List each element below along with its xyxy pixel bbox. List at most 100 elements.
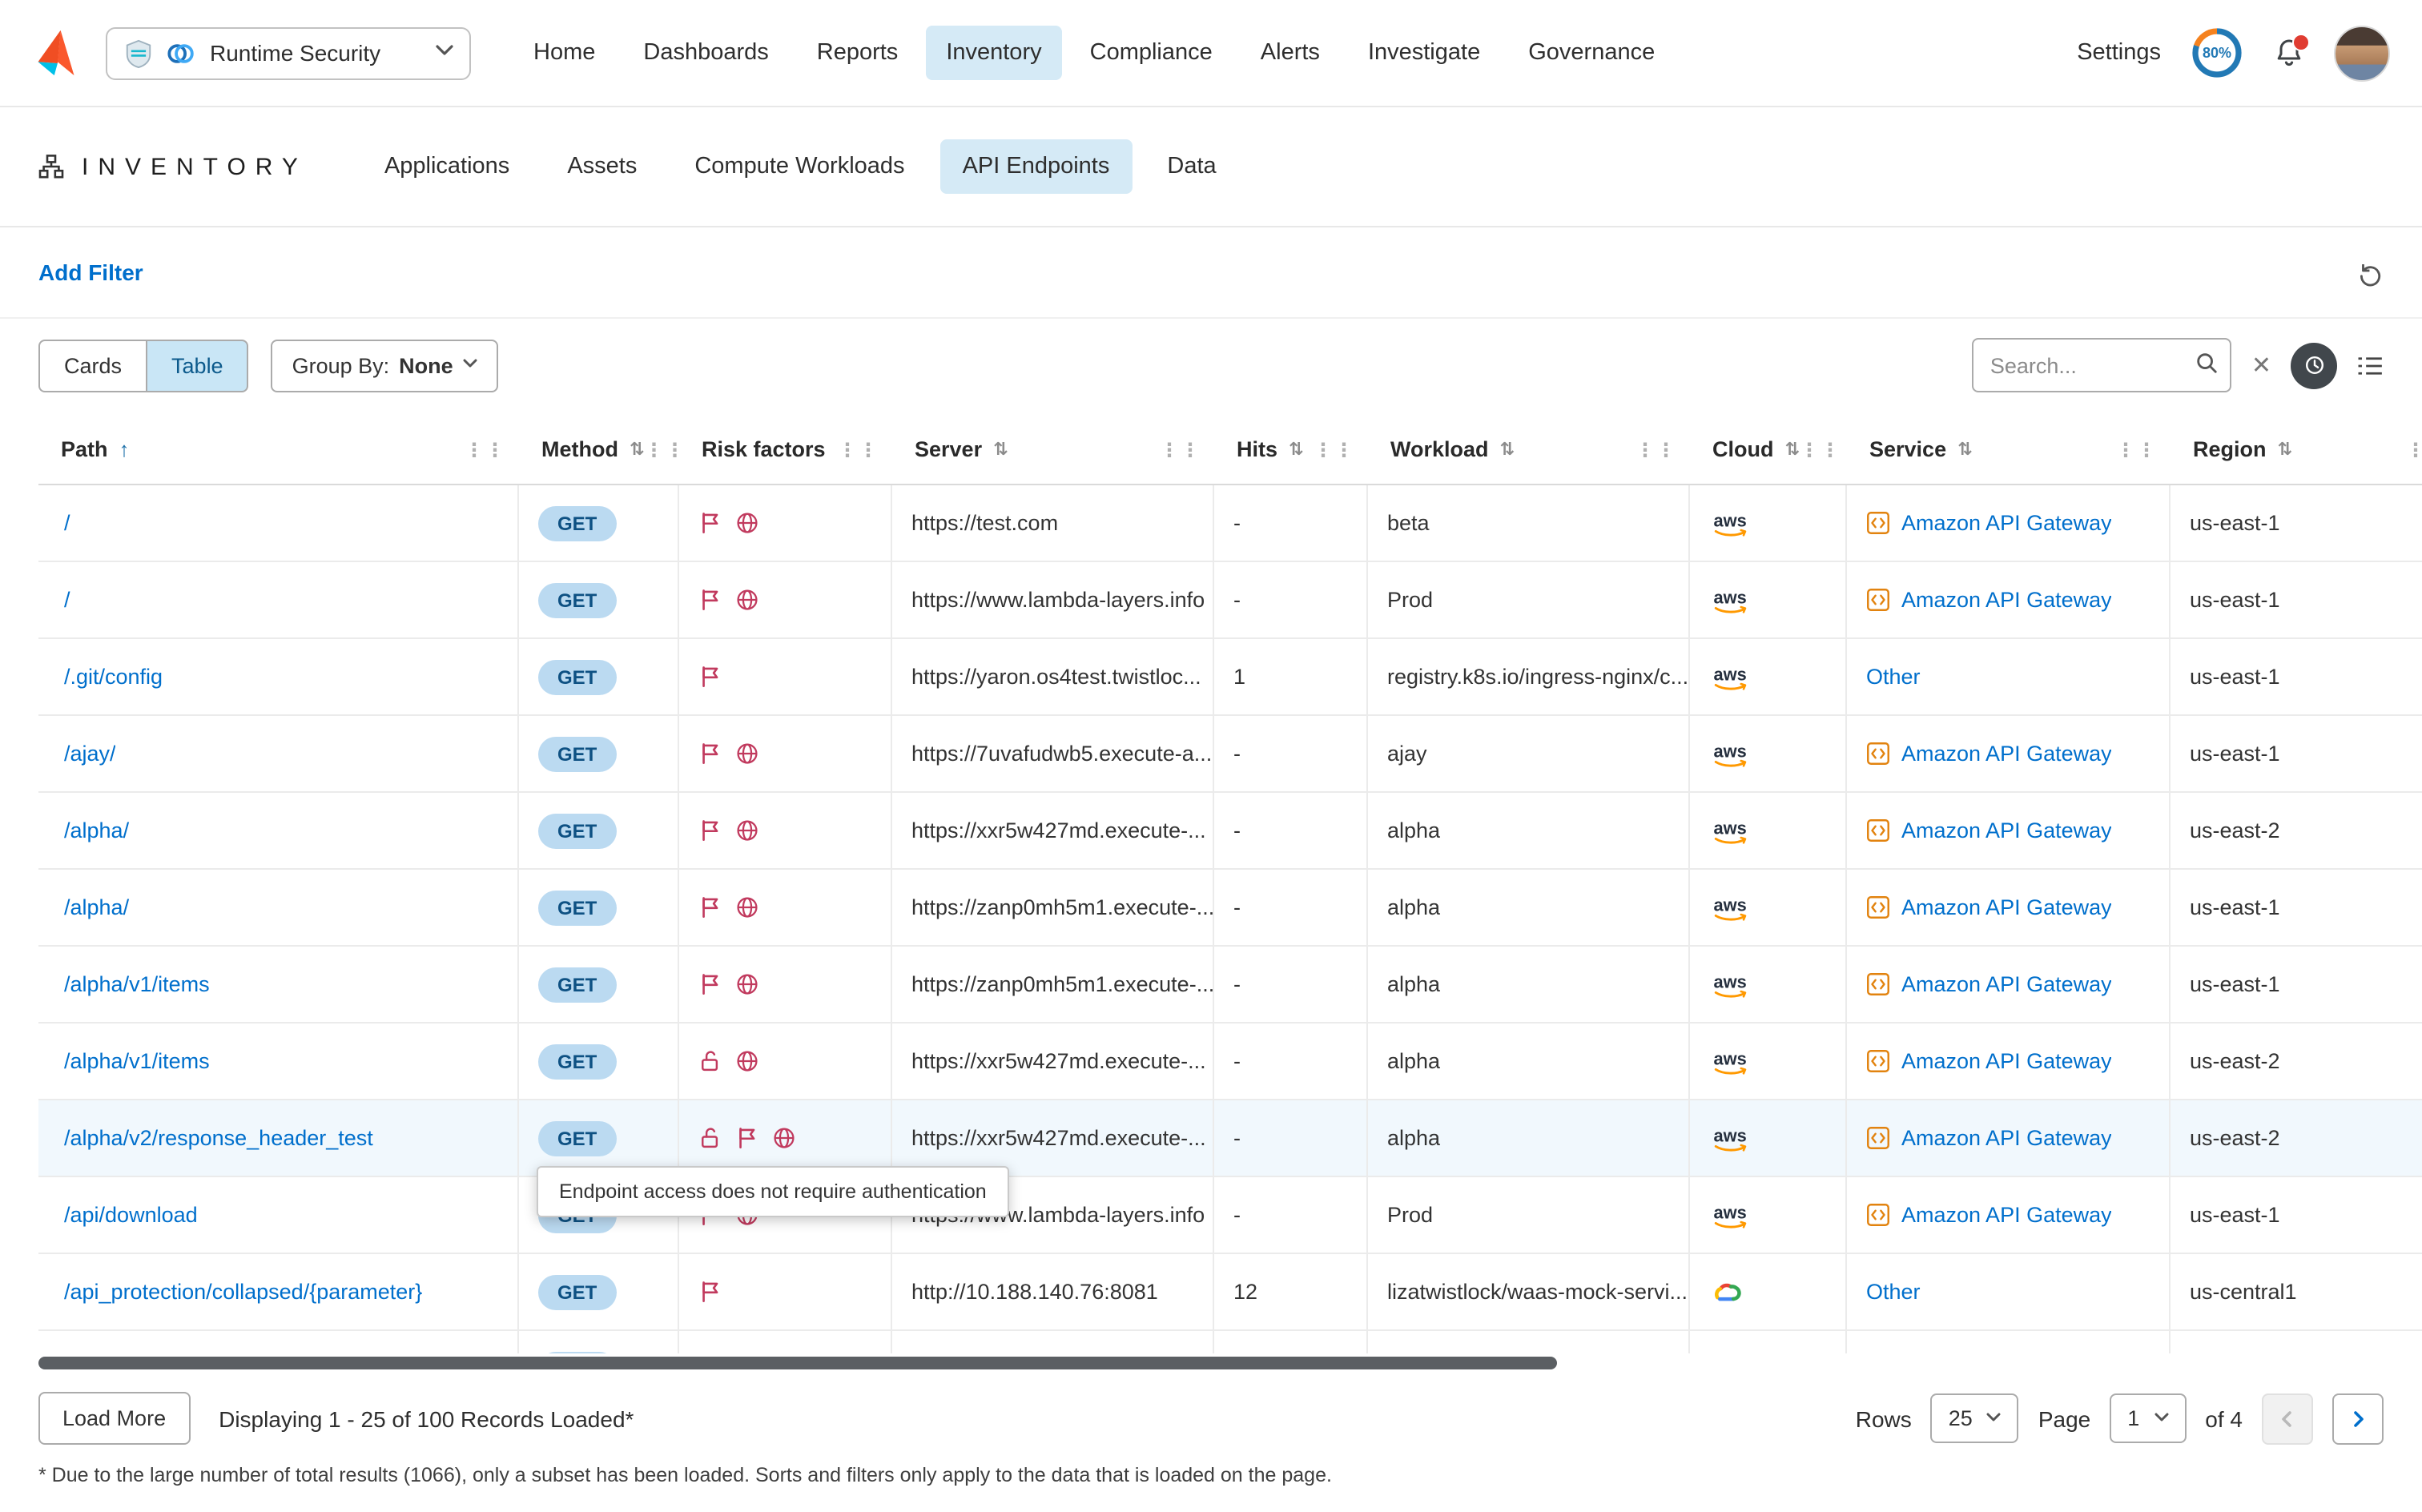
- service-link[interactable]: Amazon API Gateway: [1901, 1203, 2112, 1227]
- path-link[interactable]: /alpha/v2/response_header_test: [64, 1126, 373, 1150]
- sort-icon[interactable]: ↑: [119, 437, 130, 461]
- risk-internet-exposed-icon[interactable]: [735, 972, 759, 996]
- prisma-logo[interactable]: [32, 29, 80, 77]
- path-link[interactable]: /.git/config: [64, 665, 163, 689]
- column-drag-handle[interactable]: ⋮⋮: [644, 438, 679, 460]
- service-link[interactable]: Amazon API Gateway: [1901, 895, 2112, 919]
- horizontal-scrollbar[interactable]: [38, 1353, 2422, 1373]
- sort-icon[interactable]: ⇅: [1785, 439, 1800, 460]
- user-avatar[interactable]: [2334, 25, 2390, 81]
- risk-flag-icon[interactable]: [698, 1280, 722, 1304]
- nav-item-dashboards[interactable]: Dashboards: [622, 26, 789, 80]
- path-link[interactable]: /alpha/: [64, 818, 129, 842]
- table-row[interactable]: /api/download GET https://www.lambda-lay…: [38, 1177, 2422, 1254]
- table-row[interactable]: / GET https://test.com - beta aws Amazon…: [38, 485, 2422, 562]
- column-drag-handle[interactable]: ⋮⋮: [465, 438, 506, 460]
- service-link[interactable]: Amazon API Gateway: [1901, 1126, 2112, 1150]
- clear-search-icon[interactable]: ✕: [2251, 353, 2271, 377]
- risk-unauthenticated-icon[interactable]: [698, 1049, 722, 1073]
- next-page-button[interactable]: [2332, 1393, 2384, 1444]
- column-drag-handle[interactable]: ⋮⋮: [1800, 438, 1841, 460]
- table-row[interactable]: /api_protection/collapsed/{parameter} GE…: [38, 1254, 2422, 1331]
- risk-internet-exposed-icon[interactable]: [735, 895, 759, 919]
- column-header[interactable]: Path ↑ ⋮⋮: [38, 415, 519, 485]
- settings-link[interactable]: Settings: [2077, 40, 2161, 66]
- risk-flag-icon[interactable]: [698, 742, 722, 766]
- sort-icon[interactable]: ⇅: [630, 439, 644, 460]
- service-link[interactable]: Other: [1866, 665, 1921, 689]
- column-header[interactable]: Method ⇅ ⋮⋮: [519, 415, 679, 485]
- nav-item-reports[interactable]: Reports: [796, 26, 919, 80]
- table-row[interactable]: /alpha/v2/response_header_test GET https…: [38, 1100, 2422, 1177]
- path-link[interactable]: /alpha/: [64, 895, 129, 919]
- nav-item-home[interactable]: Home: [513, 26, 616, 80]
- risk-flag-icon[interactable]: [698, 895, 722, 919]
- column-header[interactable]: Server ⇅ ⋮⋮: [892, 415, 1214, 485]
- risk-flag-icon[interactable]: [698, 818, 722, 842]
- scrollbar-thumb[interactable]: [38, 1357, 1557, 1369]
- table-row[interactable]: /alpha/v1/items GET https://xxr5w427md.e…: [38, 1023, 2422, 1100]
- path-link[interactable]: /alpha/v1/items: [64, 1049, 210, 1073]
- risk-flag-icon[interactable]: [698, 588, 722, 612]
- column-header[interactable]: Workload ⇅ ⋮⋮: [1368, 415, 1690, 485]
- path-link[interactable]: /: [64, 511, 70, 535]
- tab-data[interactable]: Data: [1145, 139, 1238, 194]
- load-more-button[interactable]: Load More: [38, 1392, 190, 1445]
- service-link[interactable]: Amazon API Gateway: [1901, 511, 2112, 535]
- group-by-dropdown[interactable]: Group By: None: [272, 339, 498, 392]
- path-link[interactable]: /ajay/: [64, 742, 116, 766]
- service-link[interactable]: Amazon API Gateway: [1901, 972, 2112, 996]
- page-select[interactable]: 1: [2110, 1393, 2186, 1443]
- sort-icon[interactable]: ⇅: [1289, 439, 1303, 460]
- table-row[interactable]: /alpha/ GET https://zanp0mh5m1.execute-.…: [38, 870, 2422, 947]
- sort-icon[interactable]: ⇅: [993, 439, 1008, 460]
- nav-item-alerts[interactable]: Alerts: [1240, 26, 1341, 80]
- service-link[interactable]: Amazon API Gateway: [1901, 1049, 2112, 1073]
- risk-internet-exposed-icon[interactable]: [735, 742, 759, 766]
- column-header[interactable]: Risk factors ⋮⋮: [679, 415, 892, 485]
- rows-per-page-select[interactable]: 25: [1931, 1393, 2019, 1443]
- column-drag-handle[interactable]: ⋮⋮: [2406, 438, 2422, 460]
- service-link[interactable]: Other: [1866, 1280, 1921, 1304]
- sort-icon[interactable]: ⇅: [1957, 439, 1972, 460]
- nav-item-investigate[interactable]: Investigate: [1347, 26, 1501, 80]
- add-filter-button[interactable]: Add Filter: [38, 259, 143, 285]
- path-link[interactable]: /api_protection/collapsed/{parameter}: [64, 1280, 422, 1304]
- risk-internet-exposed-icon[interactable]: [735, 1049, 759, 1073]
- tab-compute-workloads[interactable]: Compute Workloads: [672, 139, 927, 194]
- service-link[interactable]: Amazon API Gateway: [1901, 588, 2112, 612]
- path-link[interactable]: /api/download: [64, 1203, 198, 1227]
- risk-flag-icon[interactable]: [698, 511, 722, 535]
- risk-flag-icon[interactable]: [698, 972, 722, 996]
- search-input[interactable]: [1973, 338, 2232, 392]
- reset-filters-icon[interactable]: [2356, 259, 2384, 286]
- risk-unauthenticated-icon[interactable]: [698, 1126, 722, 1150]
- table-view-button[interactable]: Table: [146, 339, 249, 392]
- column-drag-handle[interactable]: ⋮⋮: [2116, 438, 2158, 460]
- column-header[interactable]: Region ⇅ ⋮⋮: [2171, 415, 2422, 485]
- column-header[interactable]: Cloud ⇅ ⋮⋮: [1690, 415, 1847, 485]
- risk-internet-exposed-icon[interactable]: [735, 818, 759, 842]
- column-settings-icon[interactable]: [2356, 355, 2384, 376]
- table-row[interactable]: / GET https://www.lambda-layers.info - P…: [38, 562, 2422, 639]
- sort-icon[interactable]: ⇅: [1500, 439, 1515, 460]
- sort-icon[interactable]: ⇅: [2278, 439, 2292, 460]
- column-header[interactable]: Service ⇅ ⋮⋮: [1847, 415, 2171, 485]
- tab-api-endpoints[interactable]: API Endpoints: [940, 139, 1133, 194]
- table-row[interactable]: GET: [38, 1331, 2422, 1353]
- notifications-bell-icon[interactable]: [2273, 37, 2305, 69]
- path-link[interactable]: /: [64, 588, 70, 612]
- service-link[interactable]: Amazon API Gateway: [1901, 742, 2112, 766]
- product-switcher[interactable]: Runtime Security: [106, 26, 471, 79]
- column-drag-handle[interactable]: ⋮⋮: [1314, 438, 1355, 460]
- column-drag-handle[interactable]: ⋮⋮: [838, 438, 879, 460]
- table-row[interactable]: /ajay/ GET https://7uvafudwb5.execute-a.…: [38, 716, 2422, 793]
- tab-applications[interactable]: Applications: [362, 139, 532, 194]
- nav-item-governance[interactable]: Governance: [1507, 26, 1676, 80]
- risk-flag-icon[interactable]: [735, 1126, 759, 1150]
- risk-internet-exposed-icon[interactable]: [772, 1126, 796, 1150]
- tab-assets[interactable]: Assets: [545, 139, 659, 194]
- history-icon[interactable]: [2291, 342, 2337, 388]
- column-header[interactable]: Hits ⇅ ⋮⋮: [1214, 415, 1368, 485]
- cards-view-button[interactable]: Cards: [38, 339, 146, 392]
